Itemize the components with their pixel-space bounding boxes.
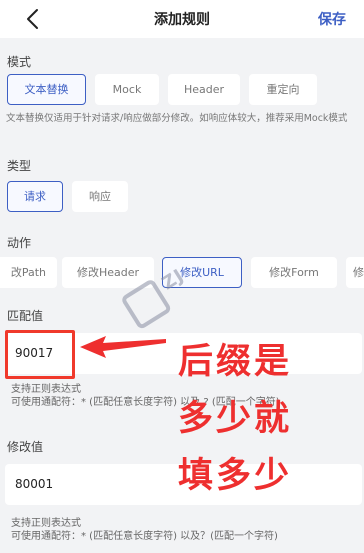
type-label: 类型: [7, 159, 32, 173]
page-title: 添加规则: [154, 12, 210, 28]
mode-label: 模式: [7, 55, 32, 69]
mode-option-text-replace[interactable]: 文本替换: [7, 74, 86, 105]
modify-hint-wildcard: 可使用通配符：* (匹配任意长度字符) 以及？(匹配一个字符): [11, 531, 278, 542]
save-button[interactable]: 保存: [318, 9, 346, 29]
type-option-request[interactable]: 请求: [7, 181, 63, 212]
action-option-more[interactable]: 修: [346, 257, 364, 288]
annotation-highlight-box: [5, 330, 75, 379]
mode-description: 文本替换仅适用于针对请求/响应做部分修改。如响应体较大，推荐采用Mock模式: [6, 113, 348, 124]
match-label: 匹配值: [7, 309, 44, 323]
mode-option-mock[interactable]: Mock: [95, 74, 159, 105]
mode-option-redirect[interactable]: 重定向: [249, 74, 317, 105]
annotation-line-2: 多少就: [178, 399, 293, 439]
modify-label: 修改值: [7, 440, 44, 454]
mode-option-header[interactable]: Header: [168, 74, 240, 105]
action-label: 动作: [7, 236, 32, 250]
type-option-response[interactable]: 响应: [72, 181, 128, 212]
annotation-arrow-icon: [80, 336, 166, 358]
match-hint-regex: 支持正则表达式: [11, 384, 81, 395]
action-option-path[interactable]: 改Path: [0, 257, 57, 288]
annotation-text: 后缀是 多少就 填多少: [178, 334, 328, 505]
modify-hint-regex: 支持正则表达式: [11, 518, 81, 529]
nav-bar: 添加规则 保存: [0, 0, 364, 38]
annotation-line-3: 填多少: [178, 456, 293, 496]
annotation-line-1: 后缀是: [178, 342, 293, 382]
